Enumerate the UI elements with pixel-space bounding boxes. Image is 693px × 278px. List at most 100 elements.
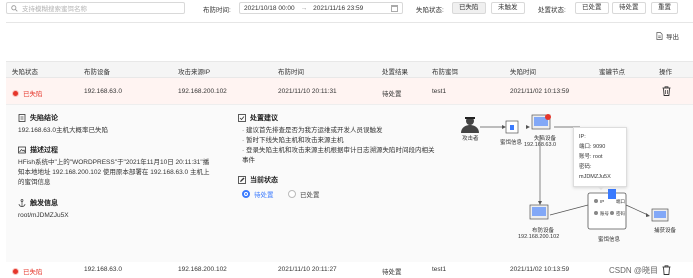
cell-lost-time: 2021/11/02 10:13:59 [510, 266, 570, 273]
search-input[interactable]: 支持模糊搜索蜜饵名称 [6, 2, 185, 14]
tooltip-port: 端口: 9090 [579, 144, 606, 150]
col-lost-time: 失陷时间 [510, 69, 536, 76]
conclusion-title-text: 失陷结论 [30, 115, 58, 122]
state-radio-handled-label: 已处置 [300, 192, 320, 199]
export-button[interactable]: 导出 [656, 31, 679, 41]
reset-button[interactable]: 重置 [651, 2, 678, 14]
col-node: 蜜罐节点 [599, 69, 625, 76]
status-text: 已失陷 [23, 91, 43, 98]
date-end[interactable]: 2021/11/16 23:59 [313, 5, 363, 12]
divider [6, 22, 693, 23]
node-account-label: 账号 [600, 211, 609, 216]
cell-source-ip: 192.168.200.102 [178, 266, 227, 273]
cell-deploy-time: 2021/11/10 20:11:31 [278, 88, 337, 95]
search-icon [11, 4, 18, 12]
status-text: 已失陷 [23, 269, 43, 276]
node-ip-label: IP [600, 199, 605, 204]
anchor-icon [18, 199, 26, 207]
honeypot-label: 蜜饵信息 [598, 237, 621, 243]
handle-option-pending[interactable]: 待处置 [612, 2, 646, 14]
lost-status-label: 失陷状态: [416, 7, 444, 14]
tooltip-account: 账号: root [579, 154, 603, 160]
col-device: 布防设备 [84, 69, 110, 76]
date-range-picker[interactable]: 2021/10/18 00:00 → 2021/11/16 23:59 [239, 2, 403, 14]
status-badge: 已失陷 [12, 266, 43, 276]
state-title: 当前状态 [238, 175, 278, 185]
node-tooltip: IP: 端口: 9090 账号: root 密码: mJDMZJu5X [573, 127, 627, 187]
state-title-text: 当前状态 [250, 177, 278, 184]
suggest-item-1: · 建议首先排查是否为我方运维或开发人员误触发 [242, 127, 383, 134]
state-radio-pending[interactable]: 待处置 [242, 189, 274, 199]
trash-icon[interactable] [662, 86, 671, 96]
attacker-icon[interactable] [461, 117, 479, 133]
status-dot [12, 89, 19, 97]
bait-info-label: 蜜饵信息 [500, 140, 523, 146]
export-icon [656, 32, 663, 40]
suggest-item-2: · 暂时下线失陷主机和攻击来源主机 [242, 137, 344, 144]
attack-path-diagram [461, 114, 669, 230]
cell-device: 192.168.63.0 [84, 266, 122, 273]
deploy-device-ip: 192.168.200.102 [518, 234, 560, 240]
cell-bait: test1 [432, 88, 447, 95]
table-row[interactable]: 已失陷 192.168.63.0 192.168.200.102 2021/11… [6, 78, 693, 105]
process-title: 描述过程 [18, 145, 58, 155]
table-row[interactable]: 已失陷 192.168.63.0 192.168.200.102 2021/11… [6, 262, 693, 278]
watermark: CSDN @晓目 [609, 266, 659, 275]
connector-arrow [526, 125, 530, 129]
document-icon [18, 114, 26, 122]
cell-device: 192.168.63.0 [84, 88, 122, 95]
col-deploy-time: 布防时间 [278, 69, 304, 76]
connector-line [625, 204, 649, 216]
filter-bar: 支持模糊搜索蜜饵名称 布防时间: 2021/10/18 00:00 → 2021… [0, 0, 693, 16]
table-header: 失陷状态 布防设备 攻击来源IP 布防时间 处置结果 布防蜜饵 失陷时间 蜜罐节… [6, 61, 693, 78]
tooltip-arrow [597, 186, 605, 190]
bait-info-icon[interactable] [505, 120, 519, 134]
cell-lost-time: 2021/11/02 10:13:59 [510, 88, 570, 95]
cell-bait: test1 [432, 266, 447, 273]
trigger-title: 触发信息 [18, 198, 58, 208]
calendar-icon[interactable] [391, 5, 398, 12]
status-dot [12, 267, 19, 275]
node-password-label: 密码 [616, 211, 625, 216]
checklist-icon [238, 114, 246, 122]
suggest-title: 处置建议 [238, 113, 278, 123]
trash-icon[interactable] [662, 265, 671, 275]
state-radio-handled[interactable]: 已处置 [288, 189, 320, 199]
search-placeholder: 支持模糊搜索蜜饵名称 [22, 6, 87, 13]
process-title-text: 描述过程 [30, 147, 58, 154]
date-start[interactable]: 2021/10/18 00:00 [244, 5, 295, 12]
node-port-label: 端口 [616, 199, 625, 204]
handle-status-label: 处置状态: [538, 7, 566, 14]
col-actions: 操作 [659, 69, 672, 76]
deploy-device-icon[interactable] [529, 204, 549, 220]
process-text-line2: 知本地地址 192.168.200.102 使用原本部署在 192.168.63… [18, 169, 210, 176]
lost-option-lost[interactable]: 已失陷 [452, 2, 486, 14]
capture-label: 捕获设备 [654, 228, 677, 234]
connector-arrow [502, 125, 506, 129]
conclusion-text: 192.168.63.0主机大概率已失陷 [18, 127, 108, 134]
lost-device-label: 失陷设备 [534, 136, 557, 142]
honeypot-node-icon[interactable] [587, 189, 627, 230]
trigger-text: root/mJDMZJu5X [18, 212, 69, 219]
handle-option-handled[interactable]: 已处置 [575, 2, 609, 14]
connector-line [549, 204, 589, 216]
connector-arrow [538, 201, 542, 205]
state-radio-pending-label: 待处置 [254, 192, 274, 199]
cell-result: 待处置 [382, 91, 402, 98]
col-lost-status: 失陷状态 [12, 69, 38, 76]
date-arrow: → [300, 4, 308, 12]
image-icon [18, 146, 26, 154]
tooltip-password-label: 密码: [579, 164, 592, 170]
process-text-line1: HFish系统中"上的"WORDPRESS"于"2021年11月10日 20:1… [18, 159, 210, 166]
capture-device-icon[interactable] [651, 208, 669, 222]
cell-deploy-time: 2021/11/10 20:11:27 [278, 266, 337, 273]
conclusion-title: 失陷结论 [18, 113, 58, 123]
lost-device-icon[interactable] [531, 114, 551, 130]
deploy-time-label: 布防时间: [203, 7, 231, 14]
trigger-title-text: 触发信息 [30, 200, 58, 207]
connector-arrow [646, 213, 650, 217]
suggest-item-4: 事件 [242, 157, 255, 164]
process-text-line3: 的蜜饵信息 [18, 179, 51, 186]
lost-option-untriggered[interactable]: 未触发 [491, 2, 525, 14]
deploy-device-label: 布防设备 [532, 228, 555, 234]
